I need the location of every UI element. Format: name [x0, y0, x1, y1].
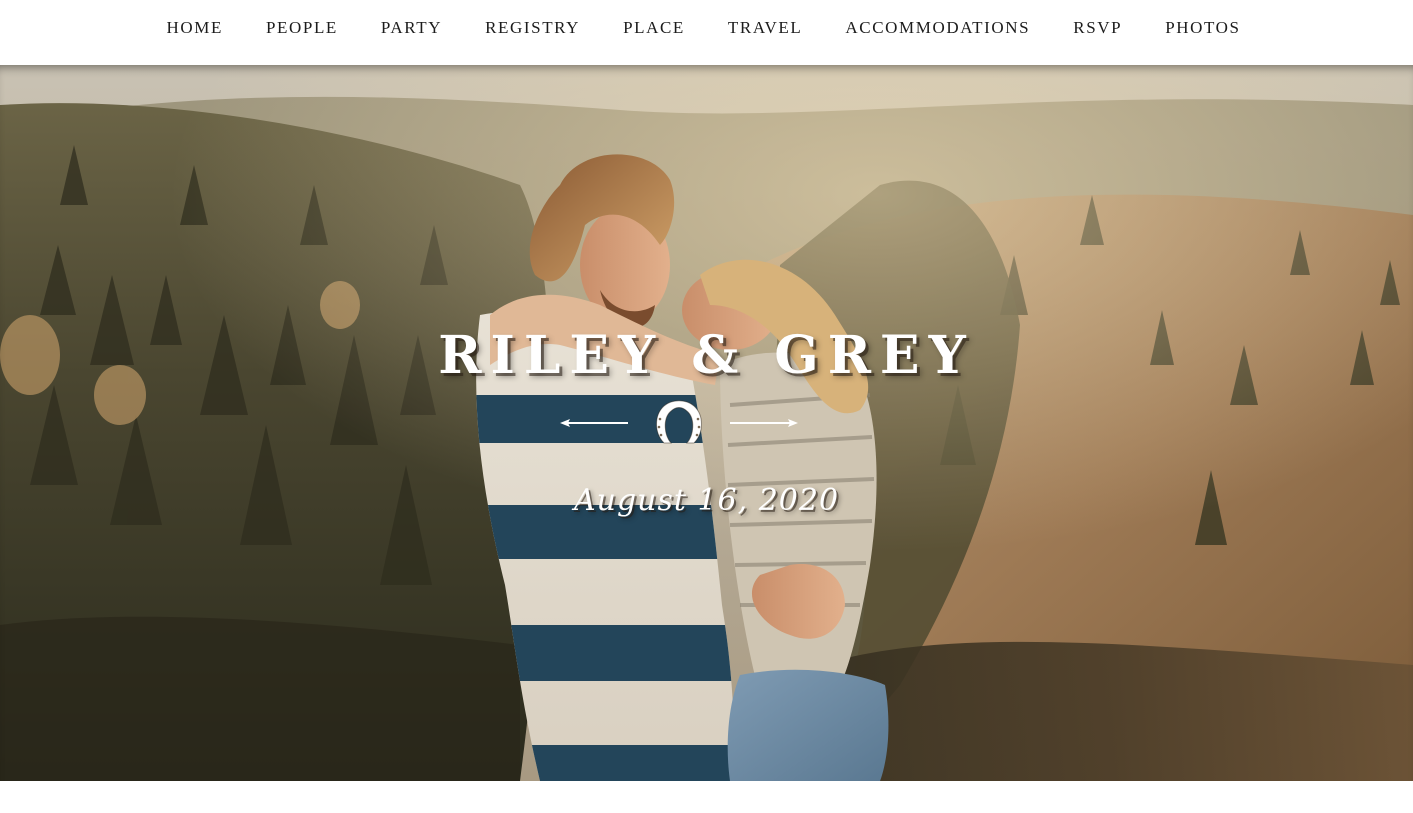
nav-item-travel[interactable]: TRAVEL: [706, 18, 823, 38]
nav-item-accommodations[interactable]: ACCOMMODATIONS: [824, 18, 1052, 38]
hero-content: RILEY & GREY August 16, 2020: [0, 65, 1413, 781]
page: HOME PEOPLE PARTY REGISTRY PLACE TRAVEL …: [0, 0, 1413, 813]
nav-item-home[interactable]: HOME: [145, 18, 244, 38]
nav-item-party[interactable]: PARTY: [359, 18, 463, 38]
ornament-divider: [560, 400, 798, 444]
nav-item-registry[interactable]: REGISTRY: [464, 18, 602, 38]
wedding-date: August 16, 2020: [573, 483, 840, 518]
nav-item-place[interactable]: PLACE: [602, 18, 707, 38]
right-arrow-line: [730, 419, 798, 427]
horseshoe-icon: [656, 400, 702, 444]
hero-banner: RILEY & GREY August 16, 2020: [0, 65, 1413, 781]
left-arrow-line: [560, 419, 628, 427]
nav-item-rsvp[interactable]: RSVP: [1052, 18, 1144, 38]
nav-item-photos[interactable]: PHOTOS: [1144, 18, 1262, 38]
nav-item-people[interactable]: PEOPLE: [244, 18, 359, 38]
top-nav: HOME PEOPLE PARTY REGISTRY PLACE TRAVEL …: [0, 0, 1413, 65]
couple-names: RILEY & GREY: [438, 325, 975, 386]
nav-menu: HOME PEOPLE PARTY REGISTRY PLACE TRAVEL …: [145, 0, 1262, 56]
